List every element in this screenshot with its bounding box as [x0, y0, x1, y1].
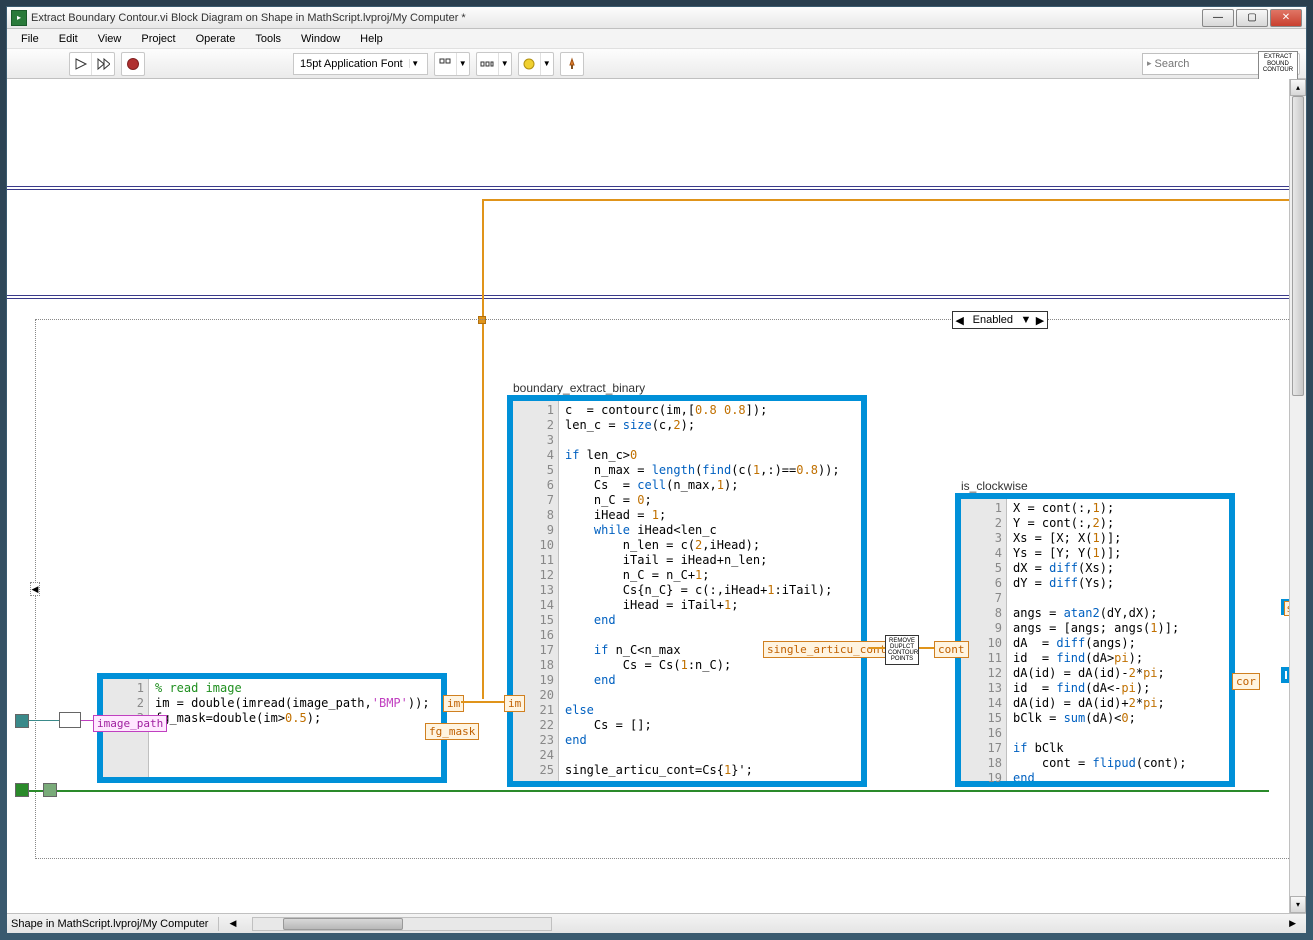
- code-editor[interactable]: % read image im = double(imread(image_pa…: [149, 679, 441, 777]
- control-terminal[interactable]: [15, 783, 29, 797]
- reorder-dropdown[interactable]: ▼: [541, 53, 553, 75]
- control-terminal[interactable]: [15, 714, 29, 728]
- divider: [218, 917, 219, 931]
- cleanup-button[interactable]: [561, 53, 583, 75]
- window-controls: — ▢ ✕: [1202, 9, 1302, 27]
- line-gutter: 12345678910111213141516171819: [961, 499, 1007, 781]
- structure-left-arrow[interactable]: ◀: [30, 582, 40, 596]
- condition-dropdown-button[interactable]: ▼: [1019, 314, 1033, 326]
- wire: [482, 199, 1302, 201]
- wire: [29, 720, 59, 721]
- output-terminal-fg-mask[interactable]: fg_mask: [425, 723, 479, 740]
- font-selector[interactable]: 15pt Application Font ▼: [293, 53, 428, 75]
- output-terminal-cor[interactable]: cor: [1232, 673, 1260, 690]
- main-window: ▸ Extract Boundary Contour.vi Block Diag…: [6, 6, 1307, 934]
- wire: [7, 295, 1289, 296]
- menu-operate[interactable]: Operate: [186, 31, 246, 47]
- block-diagram-canvas[interactable]: ◀ ◀ Enabled ▼ ▶ 123 % read image: [7, 79, 1306, 913]
- node-title: is_clockwise: [961, 479, 1028, 493]
- menu-tools[interactable]: Tools: [245, 31, 291, 47]
- abort-icon: [127, 58, 139, 70]
- maximize-button[interactable]: ▢: [1236, 9, 1268, 27]
- scroll-down-button[interactable]: ▾: [1290, 896, 1306, 913]
- condition-label: Enabled: [967, 314, 1019, 326]
- menubar: File Edit View Project Operate Tools Win…: [7, 29, 1306, 49]
- input-terminal-im[interactable]: im: [504, 695, 525, 712]
- condition-selector[interactable]: ◀ Enabled ▼ ▶: [952, 311, 1048, 329]
- wire: [7, 189, 1289, 190]
- line-gutter: 1234567891011121314151617181920212223242…: [513, 401, 559, 781]
- run-continuous-button[interactable]: [92, 53, 114, 75]
- menu-window[interactable]: Window: [291, 31, 350, 47]
- reorder-button[interactable]: [519, 53, 541, 75]
- output-terminal-im[interactable]: im: [443, 695, 464, 712]
- output-terminal-single-articu-cont[interactable]: single_articu_cont: [763, 641, 890, 658]
- menu-file[interactable]: File: [11, 31, 49, 47]
- horizontal-scrollbar[interactable]: [252, 917, 552, 931]
- vertical-scrollbar[interactable]: ▴ ▾: [1289, 79, 1306, 913]
- statusbar-path: Shape in MathScript.lvproj/My Computer: [11, 918, 208, 930]
- scrollbar-thumb[interactable]: [283, 918, 403, 930]
- menu-help[interactable]: Help: [350, 31, 393, 47]
- tunnel[interactable]: [43, 783, 57, 797]
- prev-case-button[interactable]: ◀: [953, 314, 967, 327]
- wire: [461, 701, 507, 703]
- chevron-down-icon[interactable]: ▼: [409, 59, 421, 68]
- abort-button[interactable]: [122, 53, 144, 75]
- node-title: boundary_extract_binary: [513, 381, 645, 395]
- unbundle-node[interactable]: [59, 712, 81, 728]
- align-dropdown[interactable]: ▼: [457, 53, 469, 75]
- distribute-button[interactable]: [477, 53, 499, 75]
- menu-project[interactable]: Project: [131, 31, 185, 47]
- scrollbar-thumb[interactable]: [1292, 96, 1304, 396]
- wire: [7, 298, 1289, 299]
- scroll-up-button[interactable]: ▴: [1290, 79, 1306, 96]
- scroll-right-button[interactable]: ▶: [1289, 918, 1296, 929]
- next-case-button[interactable]: ▶: [1033, 314, 1047, 327]
- search-box[interactable]: ▸: [1142, 53, 1272, 75]
- mathscript-node-is-clockwise[interactable]: is_clockwise 123456789101112131415161718…: [955, 493, 1235, 787]
- distribute-dropdown[interactable]: ▼: [499, 53, 511, 75]
- titlebar: ▸ Extract Boundary Contour.vi Block Diag…: [7, 7, 1306, 29]
- code-editor[interactable]: X = cont(:,1); Y = cont(:,2); Xs = [X; X…: [1007, 499, 1229, 781]
- scroll-left-button[interactable]: ◀: [229, 918, 236, 929]
- app-icon: ▸: [11, 10, 27, 26]
- wire: [7, 186, 1289, 187]
- align-button[interactable]: [435, 53, 457, 75]
- run-button[interactable]: [70, 53, 92, 75]
- statusbar: Shape in MathScript.lvproj/My Computer ◀…: [7, 913, 1306, 933]
- subvi-remove-duplicate-points[interactable]: REMOVE DUPLCT CONTOUR POINTS: [885, 635, 919, 665]
- wire: [29, 790, 1269, 792]
- toolbar: 15pt Application Font ▼ ▼ ▼ ▼ ▸ ?: [7, 49, 1306, 79]
- code-editor[interactable]: c = contourc(im,[0.8 0.8]); len_c = size…: [559, 401, 861, 781]
- window-title: Extract Boundary Contour.vi Block Diagra…: [31, 12, 1202, 24]
- mathscript-node-boundary-extract[interactable]: boundary_extract_binary 1234567891011121…: [507, 395, 867, 787]
- font-selector-label: 15pt Application Font: [300, 58, 403, 70]
- menu-edit[interactable]: Edit: [49, 31, 88, 47]
- close-button[interactable]: ✕: [1270, 9, 1302, 27]
- input-terminal-image-path[interactable]: image_path: [93, 715, 167, 732]
- minimize-button[interactable]: —: [1202, 9, 1234, 27]
- menu-view[interactable]: View: [88, 31, 132, 47]
- input-terminal-cont[interactable]: cont: [934, 641, 969, 658]
- search-arrow-icon: ▸: [1147, 58, 1152, 69]
